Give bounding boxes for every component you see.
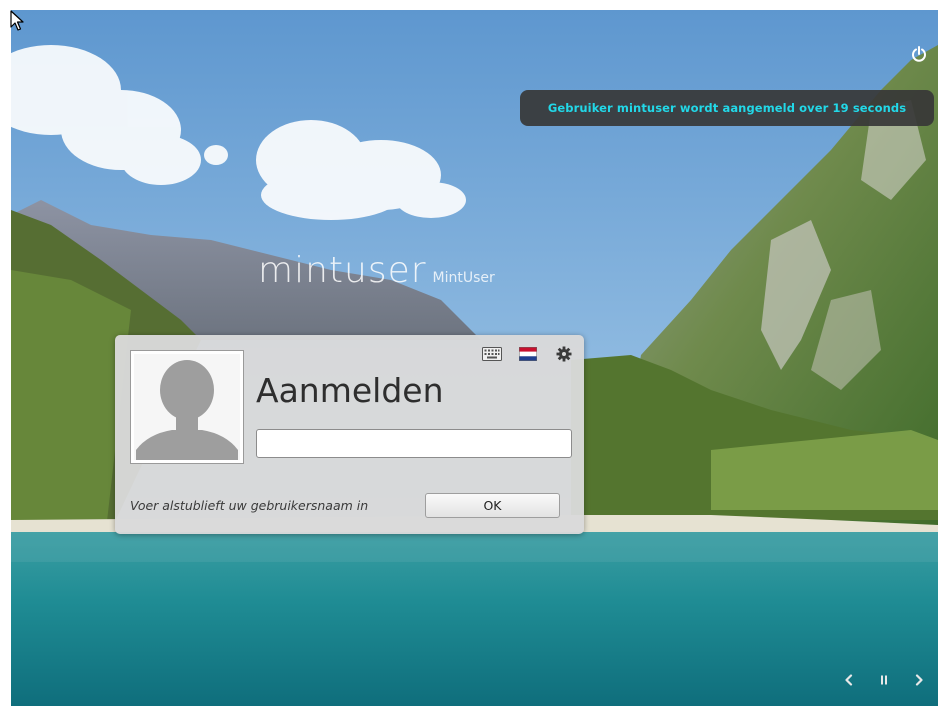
username-input[interactable]: [256, 429, 572, 458]
next-background-button[interactable]: [909, 670, 929, 690]
autologin-notification: Gebruiker mintuser wordt aangemeld over …: [520, 90, 934, 126]
hostname-display: mintuser MintUser: [258, 250, 495, 291]
login-title: Aanmelden: [256, 371, 444, 410]
background-slideshow-controls: [839, 670, 929, 690]
keyboard-icon: [482, 347, 502, 361]
gear-icon: [556, 346, 572, 362]
power-icon: [912, 46, 926, 62]
autologin-notification-text: Gebruiker mintuser wordt aangemeld over …: [547, 101, 907, 115]
session-settings-button[interactable]: [554, 346, 574, 362]
mouse-pointer-icon: [10, 10, 24, 31]
dialog-toolbar: [482, 346, 574, 362]
keyboard-button[interactable]: [482, 346, 502, 362]
login-dialog: Aanmelden Voer alstublieft uw gebruikers…: [115, 335, 584, 534]
pause-slideshow-button[interactable]: [874, 670, 894, 690]
hostname-realname: MintUser: [432, 270, 495, 286]
hostname-username: mintuser: [258, 250, 427, 291]
greeter-screen: mintuser MintUser Gebruiker mintuser wor…: [11, 10, 938, 706]
netherlands-flag-icon: [519, 347, 537, 361]
chevron-left-icon: [845, 674, 853, 686]
chevron-right-icon: [915, 674, 923, 686]
language-button[interactable]: [518, 346, 538, 362]
user-avatar: [130, 350, 244, 464]
login-hint: Voer alstublieft uw gebruikersnaam in: [130, 498, 369, 513]
ok-button[interactable]: OK: [425, 493, 560, 518]
pause-icon: [881, 675, 887, 685]
previous-background-button[interactable]: [839, 670, 859, 690]
default-user-icon: [136, 360, 238, 460]
power-button[interactable]: [908, 43, 930, 65]
